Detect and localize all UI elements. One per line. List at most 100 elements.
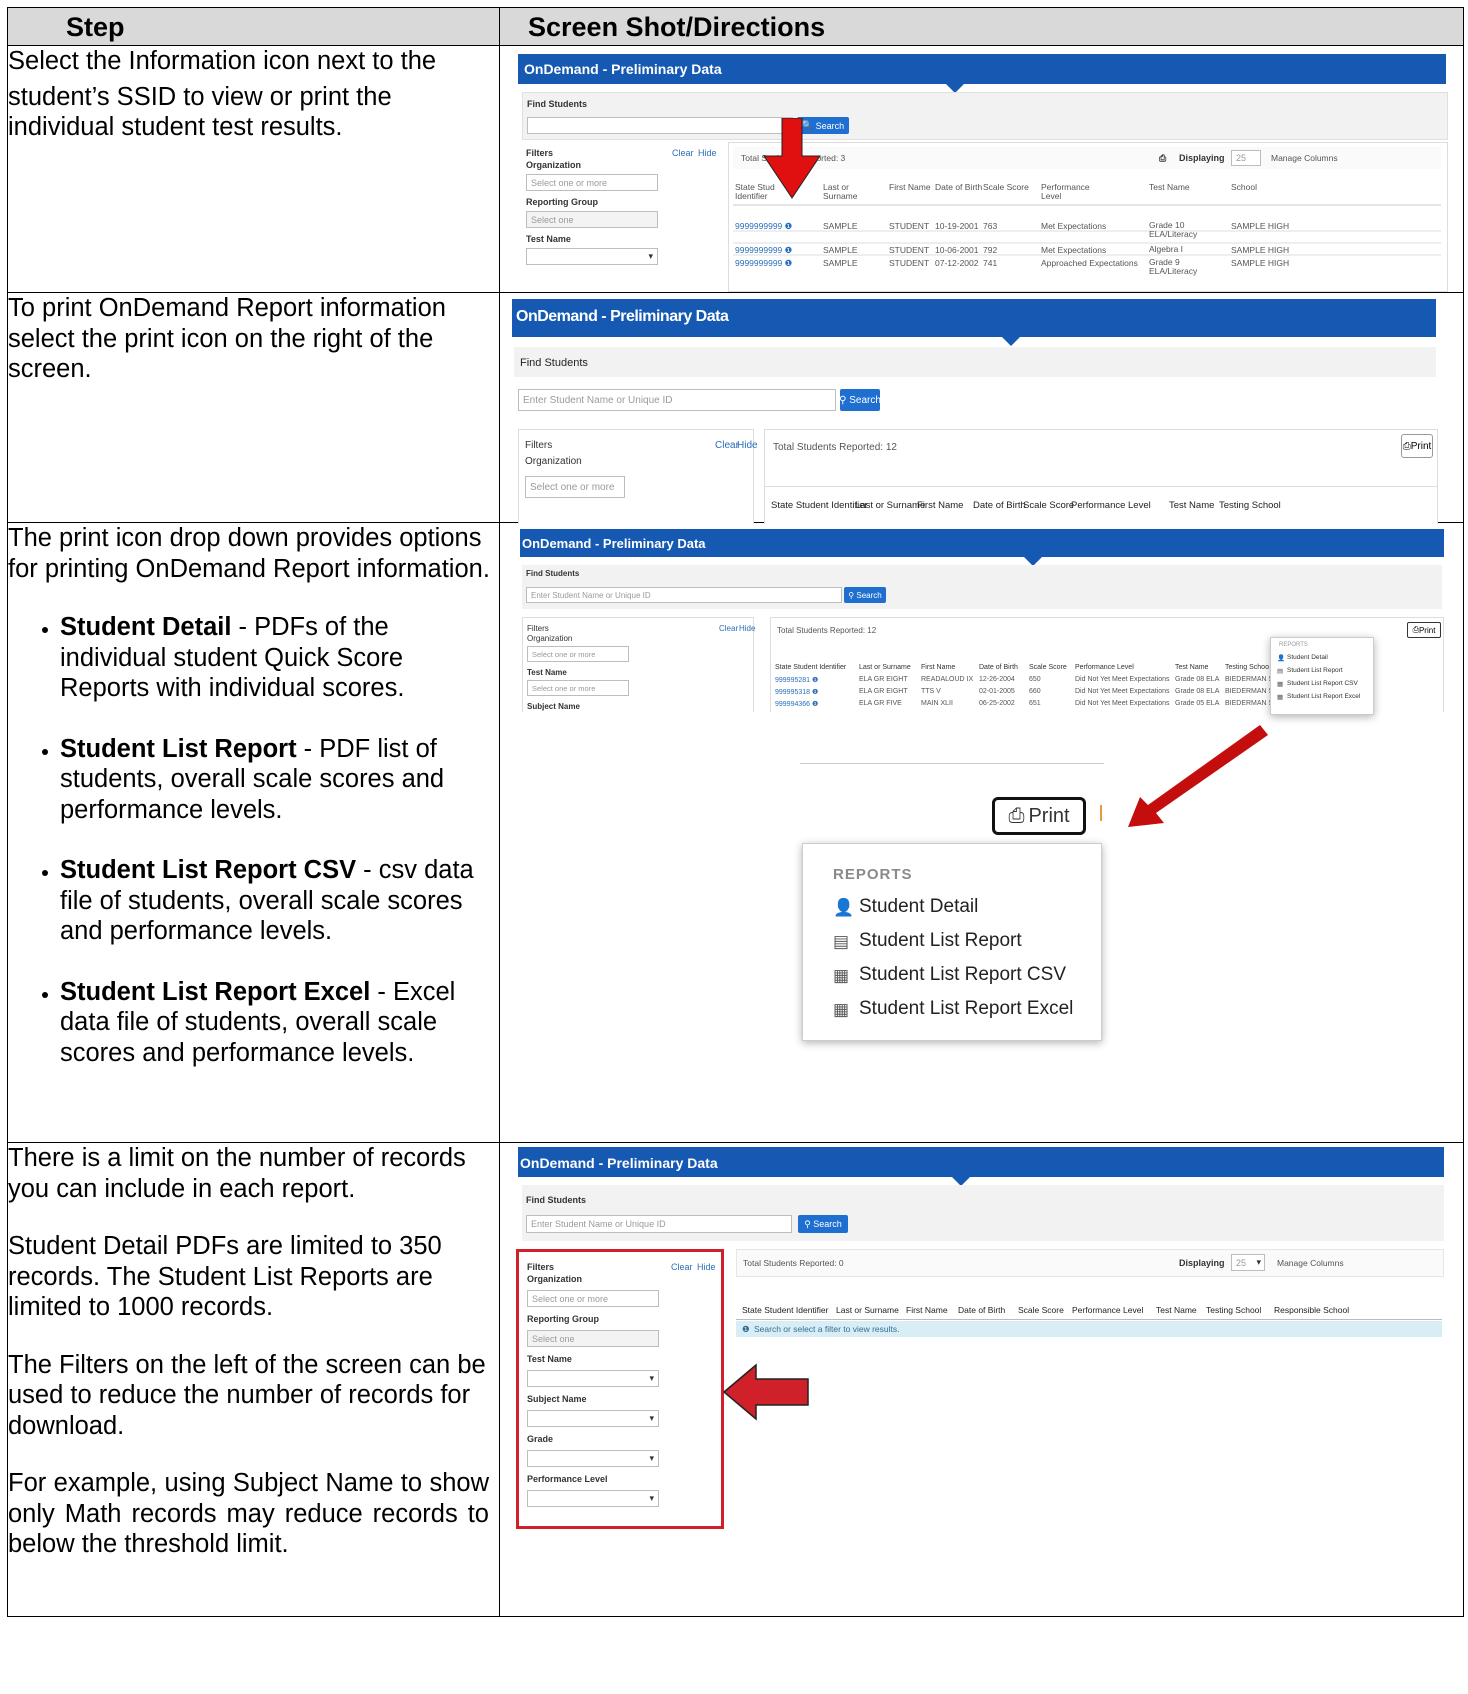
table-cell: Grade 05 ELA xyxy=(1175,700,1220,707)
search-button[interactable]: ⚲ Search xyxy=(798,1215,848,1233)
app-title: OnDemand - Preliminary Data xyxy=(516,308,729,325)
hide-link[interactable]: Hide xyxy=(697,1262,716,1272)
filters-highlight-box: Filters Clear Hide Organization Select o… xyxy=(516,1249,724,1529)
table-cell: 792 xyxy=(983,245,998,255)
clear-link[interactable]: Clear xyxy=(715,440,739,451)
column-header: Date of Birth xyxy=(973,500,1026,511)
report-menu-item[interactable]: Student List Report xyxy=(859,930,1022,952)
clear-link[interactable]: Clear xyxy=(672,148,694,158)
organization-select[interactable]: Select one or more xyxy=(527,646,629,662)
search-input[interactable]: Enter Student Name or Unique ID xyxy=(518,389,836,411)
ssid-link[interactable]: 9999999999 ❶ xyxy=(735,245,792,256)
column-header: Last or Surname xyxy=(855,500,926,511)
reporting-group-select[interactable]: Select one xyxy=(527,1330,659,1347)
info-icon[interactable]: ❶ xyxy=(810,677,818,684)
column-header: Date of Birth xyxy=(979,664,1018,671)
info-icon[interactable]: ❶ xyxy=(782,221,793,231)
search-button[interactable]: ⚲ Search xyxy=(844,587,886,603)
filters-label: Filters xyxy=(526,148,554,158)
report-menu-item[interactable]: Student List Report Excel xyxy=(1287,693,1360,700)
reports-dropdown-zoomed: REPORTS 👤 Student Detail ▤ Student List Rep… xyxy=(802,843,1102,1041)
report-menu-item[interactable]: Student List Report CSV xyxy=(1287,680,1358,687)
zoom-divider xyxy=(800,763,1104,764)
grade-label: Grade xyxy=(527,1434,554,1444)
print-icon[interactable]: ⎙ xyxy=(1159,153,1166,164)
ssid-link[interactable]: 9999999999 ❶ xyxy=(735,258,792,269)
step-4-paragraph-4: For example, using Subject Name to show … xyxy=(8,1469,489,1558)
file-icon: ▤ xyxy=(833,932,850,951)
table-cell: ELA GR EIGHT xyxy=(859,676,908,683)
header-screenshot: Screen Shot/Directions xyxy=(499,7,1464,46)
table-icon: ▦ xyxy=(833,966,850,985)
chevron-down-icon: ▾ xyxy=(649,1413,654,1423)
find-students-panel: Find Students Enter Student Name or Uniq… xyxy=(522,1185,1444,1241)
search-input[interactable]: Enter Student Name or Unique ID xyxy=(526,1215,792,1233)
info-icon[interactable]: ❶ xyxy=(782,258,793,268)
manage-columns-button[interactable]: Manage Columns xyxy=(1277,1258,1344,1268)
hide-link[interactable]: Hide xyxy=(739,624,755,633)
clear-link[interactable]: Clear xyxy=(719,624,738,633)
find-students-label: Find Students xyxy=(526,569,580,578)
hide-link[interactable]: Hide xyxy=(698,148,717,158)
per-page-select[interactable]: 25 ▾ xyxy=(1231,1254,1265,1271)
ssid-link[interactable]: 999995318 ❶ xyxy=(775,688,818,696)
column-header: Last or Surname xyxy=(823,182,858,201)
filters-panel: Filters Clear Hide Organization Select o… xyxy=(522,144,718,290)
header-step: Step xyxy=(7,7,500,46)
search-input[interactable] xyxy=(527,117,793,134)
organization-select[interactable]: Select one or more xyxy=(526,174,658,191)
per-page-select[interactable]: 25 xyxy=(1231,150,1261,166)
search-placeholder: Enter Student Name or Unique ID xyxy=(523,394,673,406)
ssid-link[interactable]: 9999999999 ❶ xyxy=(735,221,792,232)
step-row-1: Select the Information icon next to the … xyxy=(7,45,1464,293)
grade-select[interactable]: ▾ xyxy=(527,1450,659,1467)
test-name-select[interactable]: ▾ xyxy=(526,248,658,265)
reporting-group-select[interactable]: Select one xyxy=(526,211,658,228)
column-header: Testing School xyxy=(1206,1305,1262,1315)
table-icon: ▦ xyxy=(1277,694,1284,701)
results-toolbar: Total Students Reported: 0 Displaying 25… xyxy=(736,1249,1444,1277)
subject-name-label: Subject Name xyxy=(527,702,580,711)
clear-link[interactable]: Clear xyxy=(671,1262,693,1272)
column-header: Scale Score xyxy=(983,182,1029,192)
report-menu-item[interactable]: Student Detail xyxy=(859,896,978,918)
search-label: Search xyxy=(856,590,882,600)
find-students-label: Find Students xyxy=(520,357,588,369)
column-header: Test Name xyxy=(1149,182,1190,192)
report-menu-item[interactable]: Student List Report xyxy=(1287,667,1343,674)
test-name-select[interactable]: ▾ xyxy=(527,1370,659,1387)
reports-heading: REPORTS xyxy=(833,866,913,883)
report-menu-item[interactable]: Student List Report CSV xyxy=(859,964,1066,986)
test-name-select[interactable]: Select one or more xyxy=(527,680,629,696)
chevron-down-icon: ▾ xyxy=(649,1373,654,1383)
ssid-link[interactable]: 999994366 ❶ xyxy=(775,700,818,708)
manage-columns-button[interactable]: Manage Columns xyxy=(1271,153,1338,163)
info-icon[interactable]: ❶ xyxy=(782,245,793,255)
print-label: Print xyxy=(1418,625,1436,635)
subject-name-select[interactable]: ▾ xyxy=(527,1410,659,1427)
print-button[interactable]: ⎙ Print xyxy=(1401,434,1433,458)
info-icon[interactable]: ❶ xyxy=(810,701,818,708)
report-menu-item[interactable]: Student Detail xyxy=(1287,654,1328,661)
table-cell: 660 xyxy=(1029,688,1041,695)
ssid-link[interactable]: 999995281 ❶ xyxy=(775,676,818,684)
column-header: Scale Score xyxy=(1018,1305,1064,1315)
hide-link[interactable]: Hide xyxy=(737,440,758,451)
table-cell: Grade 08 ELA xyxy=(1175,676,1220,683)
table-cell: BIEDERMAN S xyxy=(1225,676,1274,683)
search-button[interactable]: ⚲ Search xyxy=(839,389,881,411)
organization-select[interactable]: Select one or more xyxy=(525,476,625,498)
app-title: OnDemand - Preliminary Data xyxy=(520,1155,718,1171)
report-menu-item[interactable]: Student List Report Excel xyxy=(859,998,1073,1020)
option-student-list-csv: Student List Report CSV - csv data file … xyxy=(60,855,499,947)
find-students-panel: Find Students Enter Student Name or Uniq… xyxy=(522,565,1442,609)
results-toolbar: Total Stud eported: 3 ⎙ Displaying 25 Ma… xyxy=(733,147,1441,169)
organization-select[interactable]: Select one or more xyxy=(527,1290,659,1307)
print-button-zoomed[interactable]: ⎙ Print xyxy=(992,797,1086,835)
search-input[interactable]: Enter Student Name or Unique ID xyxy=(526,587,842,603)
info-icon[interactable]: ❶ xyxy=(810,689,818,696)
organization-label: Organization xyxy=(525,456,582,467)
table-cell: SAMPLE xyxy=(823,245,858,255)
performance-level-select[interactable]: ▾ xyxy=(527,1490,659,1507)
print-button[interactable]: ⎙ Print xyxy=(1407,622,1441,638)
